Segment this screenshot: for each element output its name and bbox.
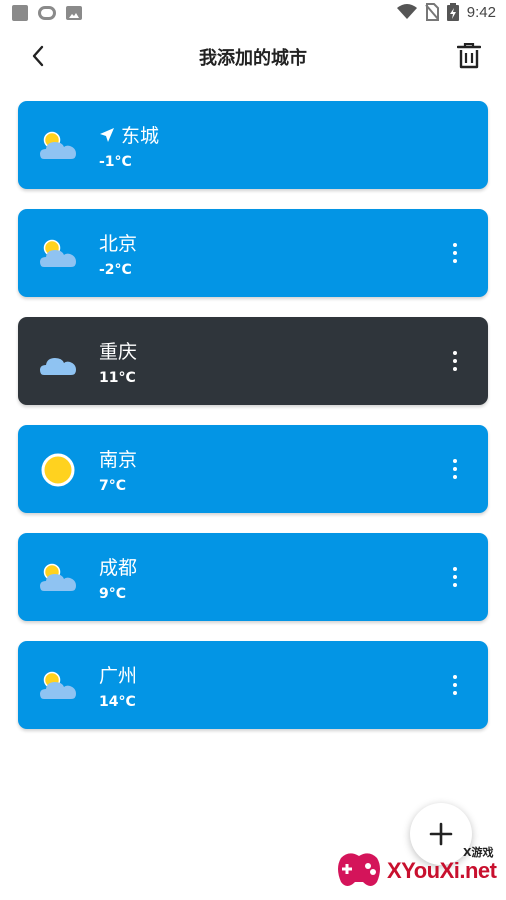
city-name-label: 南京: [99, 449, 138, 471]
more-options-button[interactable]: [448, 239, 462, 267]
city-name: 广州: [99, 661, 137, 688]
status-bar: 9:42: [0, 0, 506, 28]
watermark-brand: XYouXi.net: [387, 858, 497, 883]
city-card-dongcheng[interactable]: 东城 -1°C: [18, 101, 488, 189]
notification-square-icon: [12, 5, 28, 21]
city-temperature: 14°C: [99, 694, 136, 710]
cloudy-icon: [40, 358, 76, 375]
notification-icons: [12, 5, 82, 21]
trash-icon: [457, 43, 481, 69]
battery-icon: [446, 3, 459, 21]
city-card-nanjing[interactable]: 南京 7°C: [18, 425, 488, 513]
image-icon: [66, 6, 82, 20]
watermark: X游戏 XYouXi.net: [335, 840, 503, 896]
partly-cloudy-icon: [40, 563, 76, 591]
city-name-label: 北京: [99, 233, 138, 255]
city-name-label: 重庆: [99, 341, 138, 363]
page-title: 我添加的城市: [199, 48, 307, 69]
city-card-chengdu[interactable]: 成都 9°C: [18, 533, 488, 621]
partly-cloudy-icon: [40, 239, 76, 267]
sunny-icon: [41, 453, 75, 487]
wifi-icon: [396, 4, 417, 19]
city-temperature: 11°C: [99, 370, 136, 386]
city-name: 东城: [99, 121, 159, 148]
delete-button[interactable]: [452, 39, 486, 73]
system-icons: 9:42: [396, 3, 496, 21]
city-temperature: -2°C: [99, 262, 132, 278]
partly-cloudy-icon: [40, 131, 76, 159]
city-temperature: 9°C: [99, 586, 127, 602]
more-options-button[interactable]: [448, 563, 462, 591]
city-name: 北京: [99, 229, 137, 256]
city-name-label: 东城: [121, 125, 160, 147]
city-card-guangzhou[interactable]: 广州 14°C: [18, 641, 488, 729]
city-name: 南京: [99, 445, 137, 472]
city-name-label: 成都: [99, 557, 138, 579]
city-name: 成都: [99, 553, 137, 580]
clock: 9:42: [466, 3, 496, 21]
city-card-beijing[interactable]: 北京 -2°C: [18, 209, 488, 297]
location-arrow-icon: [100, 127, 114, 142]
notification-app-icon: [38, 6, 56, 20]
gamepad-logo-icon: [338, 853, 380, 886]
more-options-button[interactable]: [448, 671, 462, 699]
city-temperature: 7°C: [99, 478, 127, 494]
no-sim-icon: [425, 3, 439, 21]
more-options-button[interactable]: [448, 455, 462, 483]
city-card-chongqing[interactable]: 重庆 11°C: [18, 317, 488, 405]
partly-cloudy-icon: [40, 671, 76, 699]
more-options-button[interactable]: [448, 347, 462, 375]
city-name: 重庆: [99, 337, 137, 364]
app-header: 我添加的城市: [0, 30, 506, 80]
city-temperature: -1°C: [99, 154, 132, 170]
city-name-label: 广州: [99, 665, 138, 687]
city-list: 东城 -1°C 北京 -2°C 重庆 11°C 南京 7°C 成都 9°C 广州…: [18, 101, 488, 749]
